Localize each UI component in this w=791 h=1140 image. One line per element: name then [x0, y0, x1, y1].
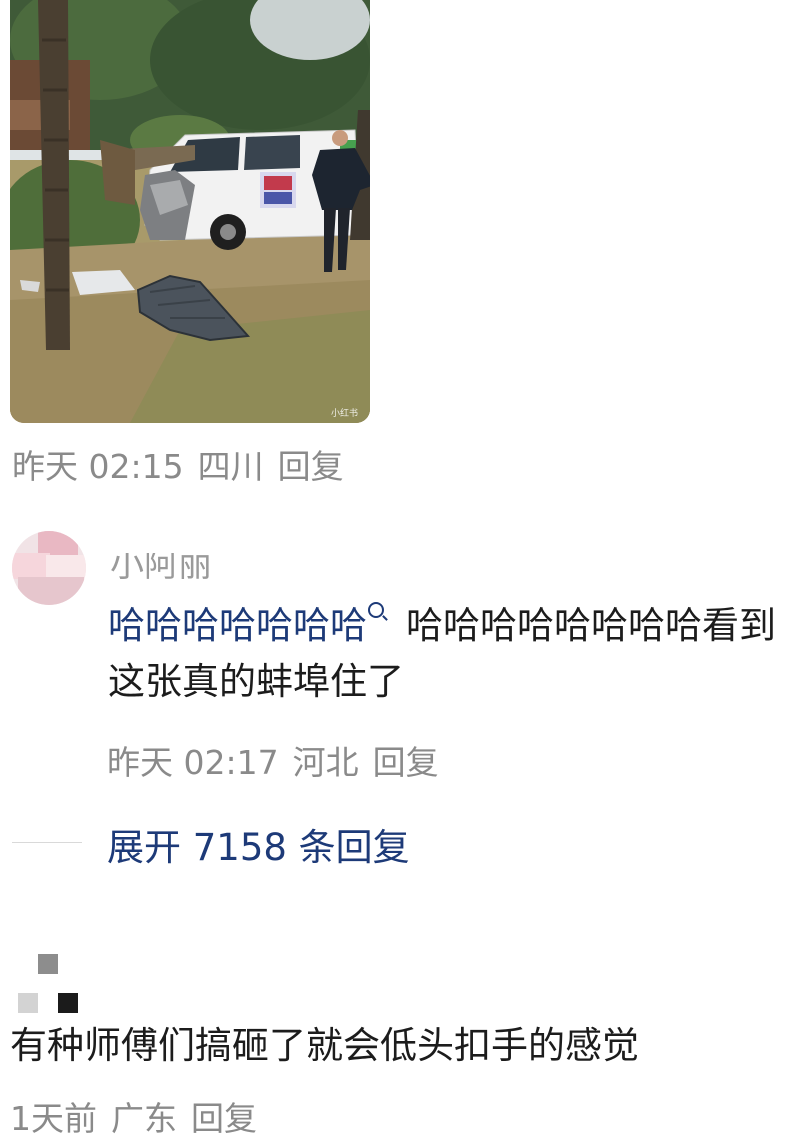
comment-text: 有种师傅们搞砸了就会低头扣手的感觉: [10, 1024, 639, 1067]
comment-location: 广东: [111, 1099, 177, 1138]
redacted-block: [38, 954, 58, 974]
comment-location: 四川: [197, 447, 264, 486]
search-icon[interactable]: [368, 602, 384, 618]
comment-text: 哈哈哈哈哈哈哈 哈哈哈哈哈哈哈哈看到这张真的蚌埠住了: [108, 598, 788, 710]
reply-button[interactable]: 回复: [191, 1099, 257, 1138]
photo-watermark: 小红书: [330, 409, 358, 419]
comment-location: 河北: [292, 743, 359, 782]
divider-line: [12, 842, 82, 843]
comment-meta: 昨天 02:17 河北 回复: [107, 736, 439, 784]
comment-time: 昨天 02:15: [12, 447, 184, 486]
reply-button[interactable]: 回复: [278, 447, 344, 486]
redacted-block: [58, 993, 78, 1013]
comment-time: 1天前: [10, 1099, 97, 1138]
comment-photo[interactable]: 小红书: [10, 0, 370, 423]
comment-time: 昨天 02:17: [107, 743, 279, 782]
comment-meta: 1天前 广东 回复: [10, 1092, 257, 1140]
avatar[interactable]: [12, 531, 86, 605]
search-link-text[interactable]: 哈哈哈哈哈哈哈: [108, 604, 367, 647]
redacted-block: [18, 993, 38, 1013]
expand-replies-button[interactable]: 展开 7158 条回复: [107, 817, 410, 871]
comment-meta: 昨天 02:15 四川 回复: [12, 440, 344, 488]
crash-scene-image: [10, 0, 370, 423]
reply-button[interactable]: 回复: [373, 743, 439, 782]
username[interactable]: 小阿丽: [110, 553, 240, 579]
